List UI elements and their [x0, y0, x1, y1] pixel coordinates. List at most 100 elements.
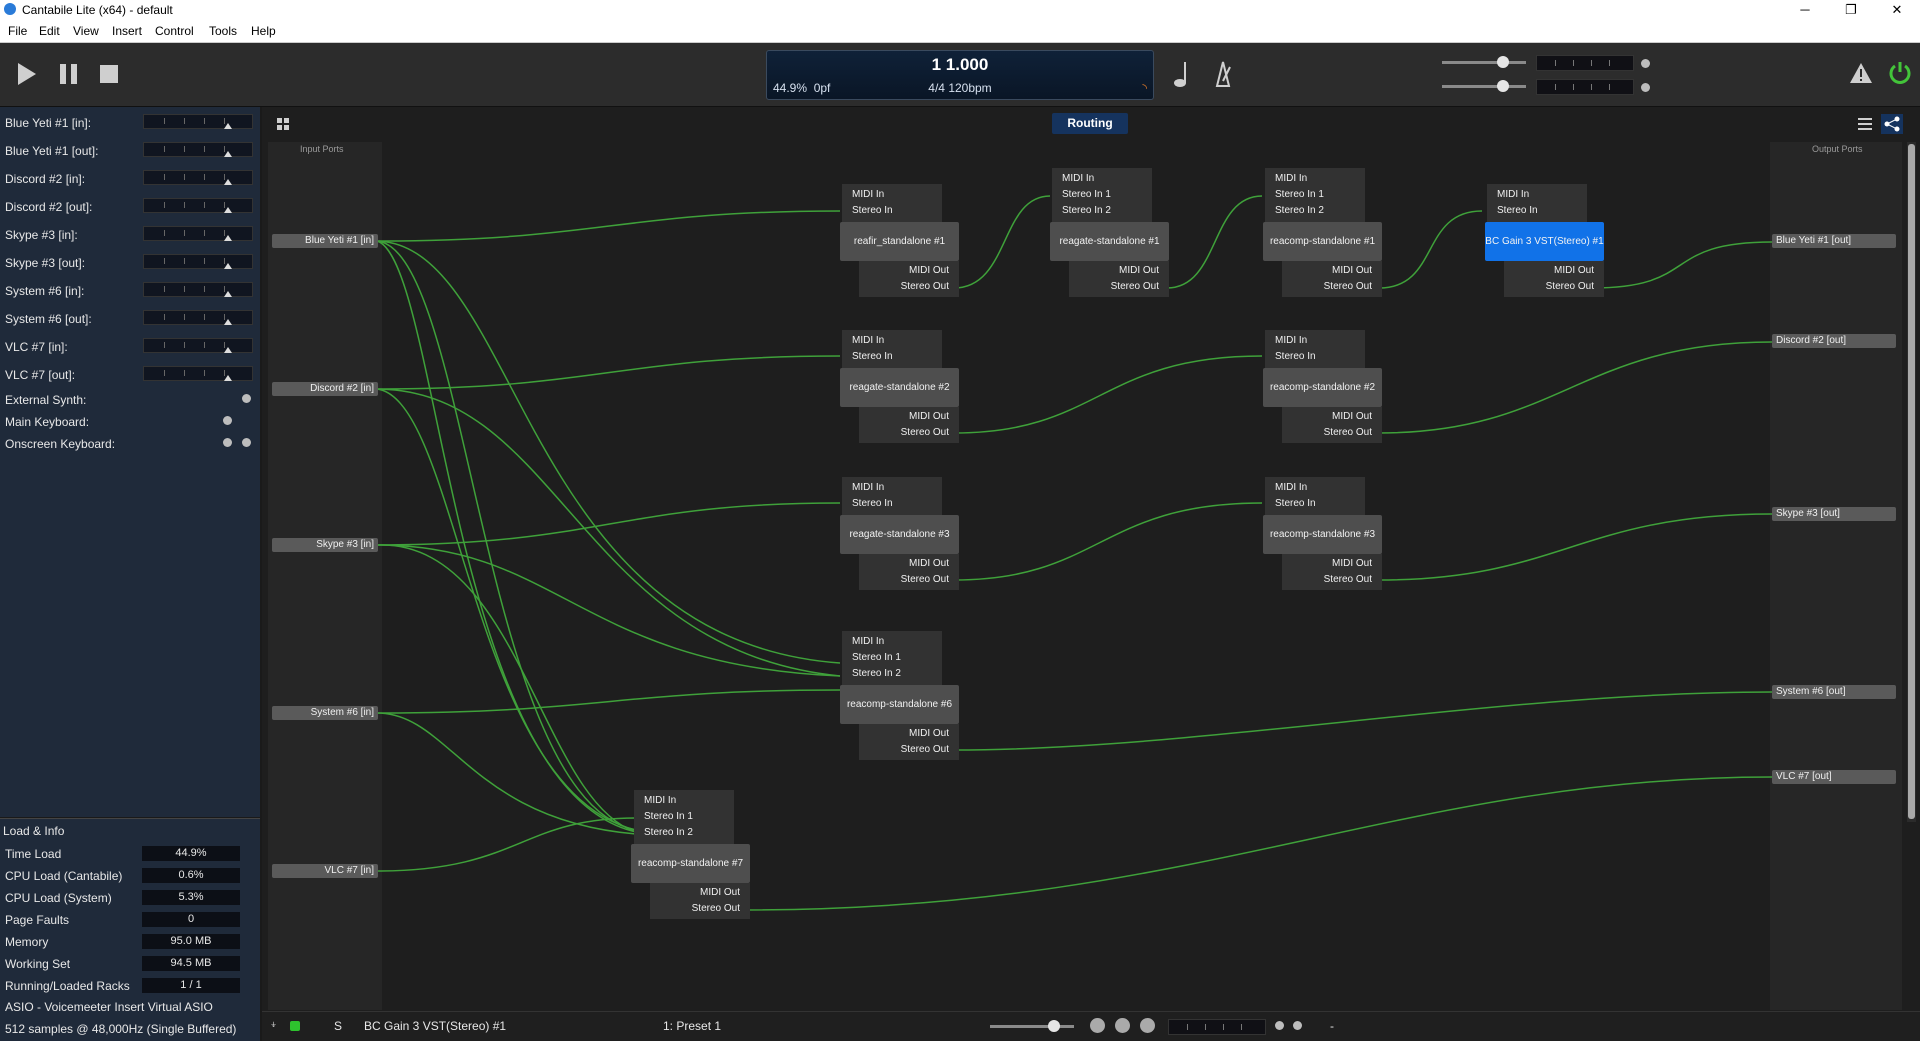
midi-activity-led[interactable] — [223, 416, 232, 425]
maximize-button[interactable]: ❐ — [1828, 0, 1874, 20]
midi-activity-led[interactable] — [242, 438, 251, 447]
midi-port-label: Main Keyboard: — [5, 415, 90, 429]
status-dash: - — [1330, 1019, 1334, 1033]
plugin-node[interactable]: reagate-standalone #1 — [1050, 222, 1169, 261]
plugin-node[interactable]: reacomp-standalone #3 — [1263, 515, 1382, 554]
menu-control[interactable]: Control — [155, 24, 194, 38]
plugin-gain-knob[interactable] — [1048, 1020, 1060, 1032]
routing-view-icon[interactable] — [1881, 114, 1903, 134]
node-pin-label: Stereo Out — [1323, 427, 1372, 438]
play-icon[interactable] — [14, 61, 40, 87]
plugin-node[interactable]: reagate-standalone #2 — [840, 368, 959, 407]
port-level-meter[interactable] — [143, 254, 253, 269]
status-bar: ⍖ S BC Gain 3 VST(Stereo) #1 1: Preset 1… — [262, 1011, 1920, 1041]
menu-insert[interactable]: Insert — [112, 24, 142, 38]
load-row-label: Memory — [5, 935, 49, 949]
node-pin-label: MIDI In — [852, 482, 885, 493]
node-inputs: MIDI In Stereo In — [842, 477, 942, 515]
node-pin-label: Stereo Out — [900, 281, 949, 292]
port-level-meter[interactable] — [143, 310, 253, 325]
scrollbar-thumb[interactable] — [1908, 144, 1915, 819]
plugin-node[interactable]: reacomp-standalone #2 — [1263, 368, 1382, 407]
output-port[interactable]: System #6 [out] — [1772, 685, 1896, 699]
width-knob[interactable] — [1115, 1018, 1130, 1033]
master-input-led[interactable] — [1641, 59, 1650, 68]
node-pin-label: Stereo In 1 — [852, 652, 901, 663]
midi-activity-led[interactable] — [242, 394, 251, 403]
input-port[interactable]: Discord #2 [in] — [272, 382, 378, 396]
minimize-button[interactable]: ─ — [1782, 0, 1828, 20]
plugin-gain-slider[interactable] — [990, 1025, 1074, 1028]
menu-view[interactable]: View — [73, 24, 99, 38]
node-outputs: MIDI Out Stereo Out — [859, 554, 959, 590]
midi-activity-led[interactable] — [223, 438, 232, 447]
output-port[interactable]: Blue Yeti #1 [out] — [1772, 234, 1896, 248]
transport-display[interactable]: 1 1.000 44.9% 0pf 4/4 120bpm ◝ — [766, 50, 1154, 100]
master-output-knob[interactable] — [1497, 80, 1509, 92]
input-port[interactable]: Skype #3 [in] — [272, 538, 378, 552]
input-port[interactable]: VLC #7 [in] — [272, 864, 378, 878]
input-port[interactable]: Blue Yeti #1 [in] — [272, 234, 378, 248]
node-pin-label: Stereo Out — [900, 574, 949, 585]
node-pin-label: MIDI Out — [908, 558, 949, 569]
master-input-meter — [1536, 55, 1634, 71]
plugin-node-selected[interactable]: BC Gain 3 VST(Stereo) #1 — [1485, 222, 1604, 261]
grid-view-icon[interactable] — [276, 117, 290, 131]
output-port[interactable]: Skype #3 [out] — [1772, 507, 1896, 521]
plugin-midi-led[interactable] — [1275, 1021, 1284, 1030]
port-level-meter[interactable] — [143, 338, 253, 353]
active-led[interactable] — [290, 1021, 300, 1031]
warning-icon[interactable] — [1849, 62, 1873, 84]
plugin-audio-led[interactable] — [1293, 1021, 1302, 1030]
buffer-info: 512 samples @ 48,000Hz (Single Buffered) — [5, 1022, 237, 1036]
load-info-panel: Load & Info Time Load 44.9% CPU Load (Ca… — [0, 818, 260, 1041]
output-port[interactable]: VLC #7 [out] — [1772, 770, 1896, 784]
close-button[interactable]: ✕ — [1874, 0, 1920, 20]
preset-name[interactable]: 1: Preset 1 — [663, 1019, 721, 1033]
menu-tools[interactable]: Tools — [209, 24, 237, 38]
note-icon[interactable] — [1172, 59, 1194, 89]
port-level-meter[interactable] — [143, 198, 253, 213]
input-port[interactable]: System #6 [in] — [272, 706, 378, 720]
solo-button[interactable]: S — [334, 1019, 342, 1033]
node-pin-label: Stereo Out — [900, 744, 949, 755]
plugin-node[interactable]: reagate-standalone #3 — [840, 515, 959, 554]
tab-routing[interactable]: Routing — [1052, 113, 1128, 134]
port-level-meter[interactable] — [143, 142, 253, 157]
window-title: Cantabile Lite (x64) - default — [22, 3, 173, 17]
canvas-scrollbar[interactable] — [1907, 142, 1916, 822]
menu-edit[interactable]: Edit — [39, 24, 60, 38]
menu-help[interactable]: Help — [251, 24, 276, 38]
pause-icon[interactable] — [56, 61, 82, 87]
port-level-meter[interactable] — [143, 366, 253, 381]
load-row-value: 1 / 1 — [142, 978, 240, 993]
master-output-led[interactable] — [1641, 83, 1650, 92]
plugin-node[interactable]: reacomp-standalone #7 — [631, 844, 750, 883]
menu-file[interactable]: File — [8, 24, 27, 38]
node-pin-label: MIDI In — [1275, 335, 1308, 346]
node-pin-label: MIDI In — [644, 795, 677, 806]
list-view-icon[interactable] — [1855, 115, 1875, 133]
master-input-knob[interactable] — [1497, 56, 1509, 68]
port-level-meter[interactable] — [143, 170, 253, 185]
master-output-slider[interactable] — [1442, 85, 1526, 88]
output-port[interactable]: Discord #2 [out] — [1772, 334, 1896, 348]
port-level-meter[interactable] — [143, 114, 253, 129]
port-level-meter[interactable] — [143, 282, 253, 297]
stop-icon[interactable] — [96, 61, 122, 87]
metronome-icon[interactable] — [1211, 59, 1235, 89]
plugin-node[interactable]: reacomp-standalone #6 — [840, 685, 959, 724]
master-input-slider[interactable] — [1442, 61, 1526, 64]
pan-knob[interactable] — [1090, 1018, 1105, 1033]
pin-icon[interactable]: ⍖ — [270, 1017, 277, 1032]
power-icon[interactable] — [1887, 60, 1913, 86]
plugin-node[interactable]: reafir_standalone #1 — [840, 222, 959, 261]
node-pin-label: Stereo In — [852, 351, 893, 362]
balance-knob[interactable] — [1140, 1018, 1155, 1033]
port-level-meter[interactable] — [143, 226, 253, 241]
plugin-node[interactable]: reacomp-standalone #1 — [1263, 222, 1382, 261]
audio-driver: ASIO - Voicemeeter Insert Virtual ASIO — [5, 1000, 213, 1014]
node-pin-label: Stereo In 2 — [1275, 205, 1324, 216]
node-pin-label: MIDI Out — [1331, 558, 1372, 569]
sidebar-port-label: Blue Yeti #1 [out]: — [5, 144, 99, 158]
